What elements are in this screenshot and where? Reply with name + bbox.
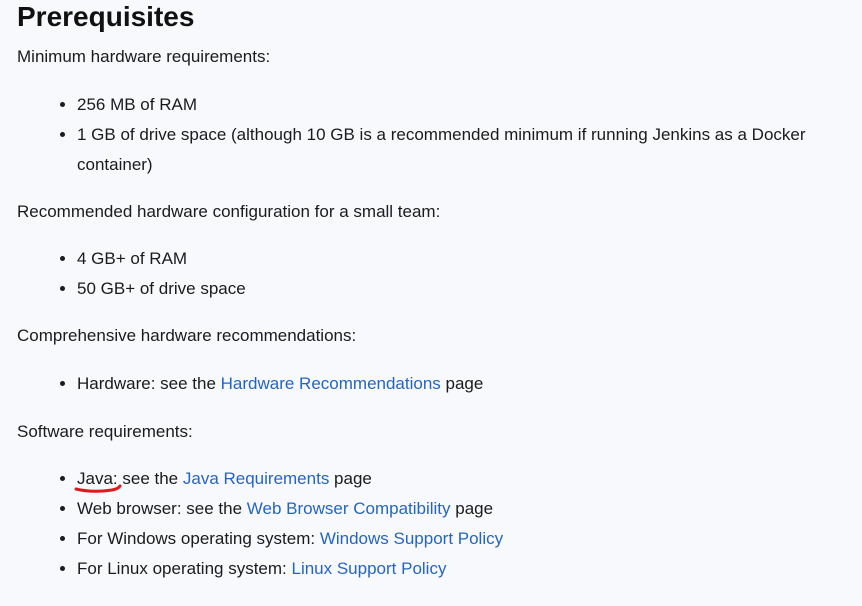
java-requirements-link[interactable]: Java Requirements bbox=[183, 469, 329, 488]
web-browser-compatibility-link[interactable]: Web Browser Compatibility bbox=[247, 499, 451, 518]
list-item: 50 GB+ of drive space bbox=[77, 274, 847, 304]
java-prefix: : see the bbox=[112, 469, 183, 488]
hardware-recommendations-link[interactable]: Hardware Recommendations bbox=[221, 374, 441, 393]
browser-suffix: page bbox=[450, 499, 494, 518]
java-label: Java bbox=[74, 464, 122, 494]
linux-support-policy-link[interactable]: Linux Support Policy bbox=[291, 559, 446, 578]
software-intro: Software requirements: bbox=[17, 422, 193, 441]
software-list: Java: see the Java Requirements page Web… bbox=[17, 464, 847, 584]
comp-hw-list: Hardware: see the Hardware Recommendatio… bbox=[17, 369, 847, 399]
rec-hw-list: 4 GB+ of RAM 50 GB+ of drive space bbox=[17, 244, 847, 304]
linux-prefix: For Linux operating system: bbox=[77, 559, 292, 578]
list-item: 256 MB of RAM bbox=[77, 90, 847, 120]
list-item: Java: see the Java Requirements page bbox=[74, 464, 847, 494]
windows-prefix: For Windows operating system: bbox=[77, 529, 320, 548]
doc-content: Prerequisites Minimum hardware requireme… bbox=[17, 0, 847, 584]
hardware-suffix: page bbox=[440, 374, 484, 393]
list-item: 1 GB of drive space (although 10 GB is a… bbox=[77, 120, 847, 180]
min-hw-intro: Minimum hardware requirements: bbox=[17, 47, 271, 66]
browser-prefix: Web browser: see the bbox=[77, 499, 247, 518]
list-item: Web browser: see the Web Browser Compati… bbox=[77, 494, 847, 524]
list-item: Hardware: see the Hardware Recommendatio… bbox=[77, 369, 847, 399]
list-item: 4 GB+ of RAM bbox=[77, 244, 847, 274]
min-hw-list: 256 MB of RAM 1 GB of drive space (altho… bbox=[17, 90, 847, 180]
page-title: Prerequisites bbox=[17, 1, 195, 32]
list-item: For Windows operating system: Windows Su… bbox=[77, 524, 847, 554]
rec-hw-intro: Recommended hardware configuration for a… bbox=[17, 202, 441, 221]
list-item: For Linux operating system: Linux Suppor… bbox=[77, 554, 847, 584]
java-suffix: page bbox=[329, 469, 372, 488]
comp-hw-intro: Comprehensive hardware recommendations: bbox=[17, 326, 357, 345]
java-label-text: Java bbox=[77, 469, 113, 488]
hardware-prefix: Hardware: see the bbox=[77, 374, 221, 393]
windows-support-policy-link[interactable]: Windows Support Policy bbox=[320, 529, 503, 548]
